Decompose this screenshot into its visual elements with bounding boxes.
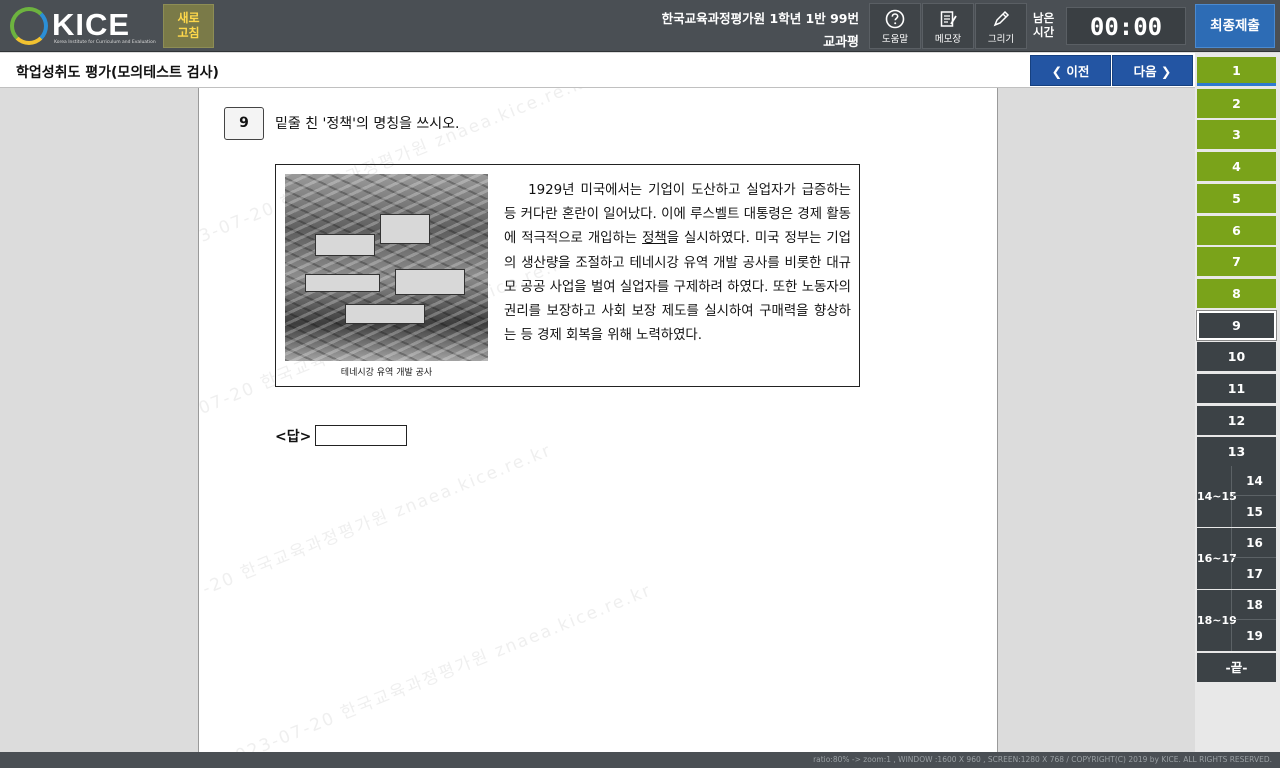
question-navigator: 1 2 3 4 5 6 7 8 9 10 11 12 13 14~15 14 15 16~17 16 17 18~19… [1195, 53, 1280, 752]
top-bar: KICE Korea Institute for Curriculum and … [0, 0, 1280, 52]
footer-bar: ratio:80% -> zoom:1 , WINDOW :1600 X 960… [0, 752, 1280, 768]
question-nav-end[interactable]: -끝- [1197, 653, 1276, 682]
question-nav-item[interactable]: 13 [1197, 437, 1276, 467]
question-nav-item[interactable]: 1 [1197, 57, 1276, 86]
prev-button[interactable]: ❮ 이전 [1030, 55, 1111, 86]
remaining-time-label: 남은 시간 [1033, 11, 1055, 39]
answer-label: <답> [275, 429, 312, 445]
question-nav-item[interactable]: 4 [1197, 152, 1276, 182]
question-nav-item[interactable]: 6 [1197, 215, 1276, 245]
student-info: 한국교육과정평가원 1학년 1반 99번 교과평 [662, 8, 859, 50]
question-nav-group: 14~15 14 15 [1197, 466, 1276, 527]
draw-button[interactable]: 그리기 [975, 3, 1027, 49]
refresh-label-line1: 새로 [177, 11, 200, 25]
question-group-label: 16~17 [1197, 528, 1237, 589]
logo-ring-icon [10, 7, 48, 45]
question-nav-item[interactable]: 5 [1197, 183, 1276, 213]
question-nav-item[interactable]: 14 [1233, 466, 1276, 496]
draw-label: 그리기 [987, 34, 1015, 45]
refresh-label-line2: 고침 [177, 26, 200, 40]
question-nav-item[interactable]: 17 [1233, 559, 1276, 589]
question-nav-item[interactable]: 18 [1233, 590, 1276, 620]
question-nav-item[interactable]: 2 [1197, 88, 1276, 118]
pencil-icon [993, 10, 1010, 27]
help-icon [885, 9, 905, 29]
question-nav-item[interactable]: 15 [1233, 497, 1276, 527]
question-nav-item[interactable]: 11 [1197, 374, 1276, 403]
timer-display: 00:00 [1066, 7, 1186, 45]
photo-caption: 테네시강 유역 개발 공사 [340, 368, 433, 378]
memo-label: 메모장 [934, 34, 962, 45]
subject-name: 교과평 [823, 35, 859, 50]
school-info: 한국교육과정평가원 1학년 1반 99번 [661, 11, 859, 26]
memo-button[interactable]: 메모장 [922, 3, 974, 49]
question-nav-item[interactable]: 9 [1196, 309, 1277, 341]
question-text: 밑줄 친 '정책'의 명칭을 쓰시오. [275, 116, 460, 132]
question-nav-group: 18~19 18 19 [1197, 590, 1276, 651]
question-area: 2023-07-20 한국교육과정평가원 znaea.kice.re.kr 20… [198, 88, 998, 752]
question-nav-item[interactable]: 10 [1197, 342, 1276, 372]
passage-text: 1929년 미국에서는 기업이 도산하고 실업자가 급증하는 등 커다란 혼란이… [504, 183, 851, 344]
memo-icon [940, 11, 957, 27]
logo-subtitle: Korea Institute for Curriculum and Evalu… [54, 40, 156, 45]
watermark-line: 2023-07-20 한국교육과정평가원 znaea.kice.re.kr [220, 580, 655, 752]
question-nav-item[interactable]: 12 [1197, 405, 1276, 435]
underlined-term: 정책 [642, 231, 667, 247]
dam-construction-photo [285, 174, 488, 361]
title-bar: 학업성취도 평가(모의테스트 검사) ❮ 이전 다음 ❯ [0, 53, 1195, 88]
question-nav-item[interactable]: 19 [1233, 621, 1276, 651]
question-nav-item[interactable]: 8 [1197, 278, 1276, 308]
logo-text: KICE [52, 7, 131, 42]
watermark-line: 2023-07-20 한국교육과정평가원 znaea.kice.re.kr [198, 440, 555, 632]
page-title: 학업성취도 평가(모의테스트 검사) [16, 65, 219, 81]
question-group-label: 14~15 [1197, 466, 1237, 527]
question-nav-item[interactable]: 3 [1197, 120, 1276, 150]
next-button[interactable]: 다음 ❯ [1112, 55, 1193, 86]
answer-input[interactable] [315, 425, 407, 446]
help-label: 도움말 [881, 34, 909, 45]
question-nav-item[interactable]: 7 [1197, 247, 1276, 277]
final-submit-button[interactable]: 최종제출 [1195, 4, 1275, 48]
help-button[interactable]: 도움말 [869, 3, 921, 49]
passage-box: 테네시강 유역 개발 공사 1929년 미국에서는 기업이 도산하고 실업자가 … [275, 164, 860, 387]
question-number: 9 [224, 107, 264, 140]
question-group-label: 18~19 [1197, 590, 1237, 651]
footer-text: ratio:80% -> zoom:1 , WINDOW :1600 X 960… [813, 755, 1272, 764]
refresh-button[interactable]: 새로 고침 [163, 4, 214, 48]
question-nav-item[interactable]: 16 [1233, 528, 1276, 558]
question-nav-group: 16~17 16 17 [1197, 528, 1276, 589]
kice-logo: KICE Korea Institute for Curriculum and … [8, 5, 156, 47]
